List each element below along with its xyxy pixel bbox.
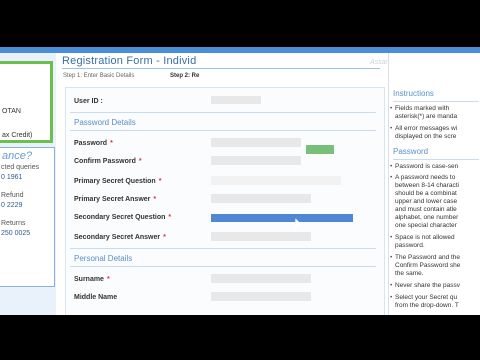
divider (70, 112, 376, 113)
password-note: Space is not allowed (390, 234, 455, 241)
registration-form: User ID : Password Details Password * Con… (65, 87, 385, 315)
instruction-item: asterisk(*) are manda (395, 113, 458, 120)
label-text: Secondary Secret Question (74, 214, 166, 221)
password-note: upper and lower case (395, 198, 458, 205)
required-star: * (168, 214, 172, 221)
instructions-title: Instructions (393, 89, 434, 98)
password-note: should be a combinat (395, 190, 457, 197)
label-text: Secondary Secret Answer (74, 234, 161, 241)
password-note: The Password and the (390, 254, 460, 261)
primary-answer-label: Primary Secret Answer * (74, 196, 156, 203)
tax-credit-box[interactable]: OTAN ax Credit) (0, 61, 53, 143)
divider (70, 266, 376, 267)
confirm-password-input[interactable] (211, 156, 301, 165)
instructions-panel: Instructions Fields marked with asterisk… (388, 53, 480, 315)
password-note: and must contain atle (395, 206, 457, 213)
middle-name-label: Middle Name (74, 294, 118, 301)
title-divider (62, 68, 380, 69)
primary-answer-input[interactable] (211, 194, 311, 203)
password-note: from the drop-down. T (395, 302, 459, 309)
surname-input[interactable] (211, 274, 311, 283)
secondary-question-dropdown-highlight[interactable] (211, 214, 353, 222)
required-star: * (138, 158, 142, 165)
instruction-item: Fields marked with (390, 105, 449, 112)
step-1: Step 1: Enter Basic Details (63, 73, 135, 79)
password-note: password. (395, 242, 425, 249)
user-id-label: User ID : (74, 98, 103, 105)
confirm-password-label: Confirm Password * (74, 158, 142, 165)
help-box: ance? cted queries 0 1961 Refund 0 2229 … (0, 147, 55, 287)
required-star: * (110, 140, 113, 147)
divider (393, 101, 479, 102)
primary-question-select[interactable] (211, 176, 341, 185)
password-input[interactable] (211, 138, 301, 147)
required-star: * (163, 234, 166, 241)
divider (70, 248, 376, 249)
password-note: Password is case-sen (390, 163, 458, 170)
help-title: ance? (2, 150, 32, 162)
label-text: Password (74, 140, 108, 147)
required-star: * (158, 178, 162, 185)
password-label: Password * (74, 140, 113, 147)
password-strength-indicator (306, 145, 334, 154)
label-text: Primary Secret Answer (74, 196, 151, 203)
secondary-answer-input[interactable] (211, 232, 311, 241)
divider (70, 130, 376, 131)
personal-section-title: Personal Details (74, 254, 133, 263)
primary-question-label: Primary Secret Question * (74, 178, 161, 185)
label-text: Surname (74, 276, 104, 283)
password-notes-title: Password (393, 147, 429, 156)
left-panel: OTAN ax Credit) ance? cted queries 0 196… (0, 53, 56, 315)
instruction-item: displayed on the scre (395, 133, 457, 140)
help-text: cted queries (1, 164, 40, 171)
box-line: OTAN (2, 108, 21, 115)
step-2: Step 2: Re (170, 73, 200, 79)
password-note: Never share the passv (390, 282, 460, 289)
surname-label: Surname * (74, 276, 110, 283)
required-star: * (106, 276, 110, 283)
help-number: 250 0025 (1, 230, 31, 237)
help-text: Refund (1, 192, 24, 199)
help-number: 0 2229 (1, 202, 23, 209)
secondary-answer-label: Secondary Secret Answer * (74, 234, 166, 241)
label-text: Confirm Password (74, 158, 136, 165)
box-line: ax Credit) (2, 132, 33, 139)
password-note: alphabet, one number (395, 214, 459, 221)
password-note: between 8-14 characti (395, 182, 459, 189)
instruction-item: All error messages wi (390, 125, 457, 132)
password-note: A password needs to (390, 174, 455, 181)
page-title: Registration Form - Individ (62, 55, 197, 67)
browser-viewport: OTAN ax Credit) ance? cted queries 0 196… (0, 47, 480, 315)
required-star: * (153, 196, 157, 203)
divider (393, 159, 479, 160)
password-note: Confirm Password she (395, 262, 461, 269)
help-text: Returns (1, 220, 26, 227)
label-text: Primary Secret Question (74, 178, 156, 185)
password-note: Select your Secret qu (390, 294, 457, 301)
middle-name-input[interactable] (211, 292, 311, 301)
password-note: one special character (395, 222, 457, 229)
password-section-title: Password Details (74, 118, 136, 127)
password-note: the same. (395, 270, 424, 277)
help-number: 0 1961 (1, 174, 23, 181)
secondary-question-label: Secondary Secret Question * (74, 214, 171, 221)
user-id-value (211, 96, 261, 104)
